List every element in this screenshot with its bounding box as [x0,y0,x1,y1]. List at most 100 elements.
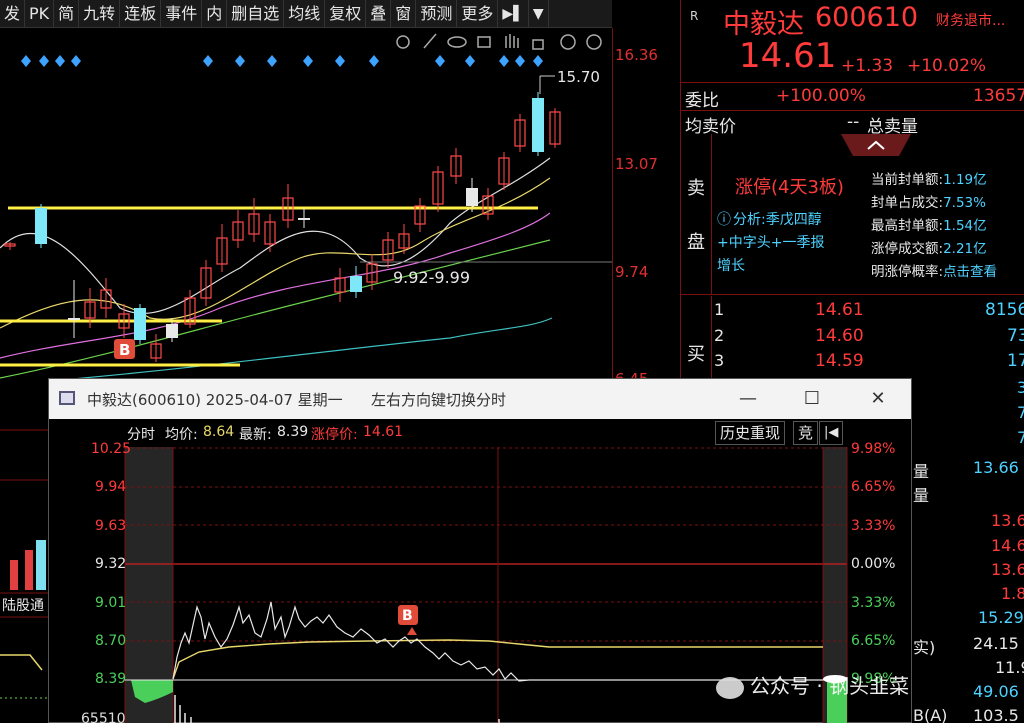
stat-label: 封单占成交: [871,195,944,211]
event-markers [21,55,543,67]
toolbar-forecast-button[interactable]: 预测 [416,0,458,28]
bid-level: 1 [714,300,725,319]
toolbar-fuquan-button[interactable]: 复权 [325,0,367,28]
y-axis-label: 8.39 [95,671,127,687]
toolbar-window-button[interactable]: 窗 [391,0,417,28]
hand-icon[interactable] [505,34,519,48]
price-change: +1.33 [841,56,894,76]
event-diamond[interactable] [55,55,65,67]
maximize-icon[interactable]: ☐ [789,379,835,419]
event-diamond[interactable] [499,55,509,67]
stat-col-value: 11.9 [995,658,1024,677]
app-icon [59,391,75,405]
minimize-icon[interactable]: — [725,379,771,419]
candle-body [532,98,544,152]
event-diamond[interactable] [39,55,49,67]
event-diamond[interactable] [533,55,543,67]
bid-volume-partial: 7 [1017,428,1024,447]
b-marker: B [119,341,130,359]
bid-volume-partial: 7 [1017,403,1024,422]
event-diamond[interactable] [21,55,31,67]
settings-icon[interactable] [396,35,410,49]
limit-up-title: 涨停(4天3板) [735,177,844,198]
stat-col-value: 13.6 [991,560,1024,579]
fenshi-label: 分时 [127,427,155,443]
candle-body [68,318,80,320]
current-price: 14.61 [739,36,837,76]
limit-price-label: 涨停价: [311,427,358,443]
event-diamond[interactable] [303,55,313,67]
history-replay-button[interactable]: 历史重现 [715,421,786,445]
y-axis-pct: 6.65% [851,633,896,649]
analysis-line-3[interactable]: 增长 [717,255,745,275]
event-diamond[interactable] [435,55,445,67]
watermark: 公众号 · 钢头韭菜 [716,670,909,700]
toolbar-lianban-button[interactable]: 连板 [120,0,162,28]
candle-body [298,218,310,220]
event-diamond[interactable] [515,55,525,67]
eye-icon[interactable] [447,36,467,48]
bid-volume-partial: 3 [1017,378,1024,397]
chevron-down-icon[interactable]: ▼ [529,0,549,28]
event-diamond[interactable] [465,55,475,67]
a-label: B(A) [913,706,948,723]
lock-icon[interactable] [532,39,544,50]
info-icon: ⓘ [717,212,731,228]
toolbar-nei-button[interactable]: 内 [202,0,228,28]
kline-chart[interactable]: 15.70 9.92-9.99 B [0,28,612,380]
toolbar-pk-button[interactable]: PK [25,0,55,28]
toolbar-ma-button[interactable]: 均线 [284,0,326,28]
toolbar-jiuzhuan-button[interactable]: 九转 [79,0,121,28]
stat-value: 2.21亿 [943,241,987,257]
y-axis-pct: 3.33% [851,518,896,534]
stat-col-value: 15.29 [978,608,1024,627]
r-marker: R [690,9,699,23]
toolbar-remove-watchlist-button[interactable]: 删自选 [227,0,285,28]
event-diamond[interactable] [203,55,213,67]
y-axis-pct: 9.98% [851,441,896,457]
collapse-toggle[interactable] [841,134,911,156]
divider [711,296,712,378]
seal-stats: 当前封单额:1.19亿 封单占成交:7.53% 最高封单额:1.54亿 涨停成交… [871,168,997,283]
toolbar-overlay-button[interactable]: 叠 [366,0,392,28]
pen-icon[interactable] [423,33,437,49]
popup-info-bar: 分时 均价: 8.64 最新: 8.39 涨停价: 14.61 历史重现 竞 |… [49,419,911,447]
event-diamond[interactable] [369,55,379,67]
stat-row: 当前封单额:1.19亿 [871,168,997,191]
toolbar-jian-button[interactable]: 简 [54,0,80,28]
volume-label: 量 [913,462,930,481]
popup-titlebar[interactable]: 中毅达(600610) 2025-04-07 星期一 左右方向键切换分时 — ☐… [49,379,911,419]
event-diamond[interactable] [267,55,277,67]
toolbar-shijian-button[interactable]: 事件 [161,0,203,28]
toolbar: 发 PK 简 九转 连板 事件 内 删自选 均线 复权 叠 窗 预测 更多 ▶▌… [0,0,612,28]
volume-bar [25,550,33,590]
event-diamond[interactable] [71,55,81,67]
sell-label: 卖 [687,178,705,199]
volume-bars [174,695,500,723]
close-icon[interactable]: ✕ [855,379,901,419]
chart-tool-icons [396,33,602,50]
toolbar-fa-button[interactable]: 发 [0,0,26,28]
price-axis: 16.36 13.07 9.74 6.45 [612,28,680,388]
y-axis-label: 8.70 [95,633,127,649]
stat-col-value: 1.8 [1001,584,1024,603]
zoom-in-icon[interactable] [560,34,576,50]
back-to-start-icon[interactable]: |◀ [819,421,844,445]
event-diamond[interactable] [335,55,345,67]
price-axis-label: 13.07 [615,155,658,173]
event-diamond[interactable] [235,55,245,67]
volume-bar [10,560,18,590]
box-icon[interactable] [477,36,491,48]
prob-link[interactable]: 点击查看 [943,264,997,280]
zoom-out-icon[interactable] [586,34,602,50]
skip-end-icon[interactable]: ▶▌ [498,0,529,28]
delist-tag[interactable]: 财务退市... [936,10,1005,30]
y-axis-label: 9.94 [95,479,127,495]
y-axis-pct: 6.65% [851,479,896,495]
range-label: 9.92-9.99 [393,268,470,287]
auction-button[interactable]: 竞 [793,421,819,445]
high-label: 15.70 [557,68,600,86]
analysis-line-1[interactable]: 分析:季戊四醇 [733,209,822,229]
toolbar-more-button[interactable]: 更多 [457,0,499,28]
analysis-line-2[interactable]: +中字头+一季报 [717,232,824,252]
